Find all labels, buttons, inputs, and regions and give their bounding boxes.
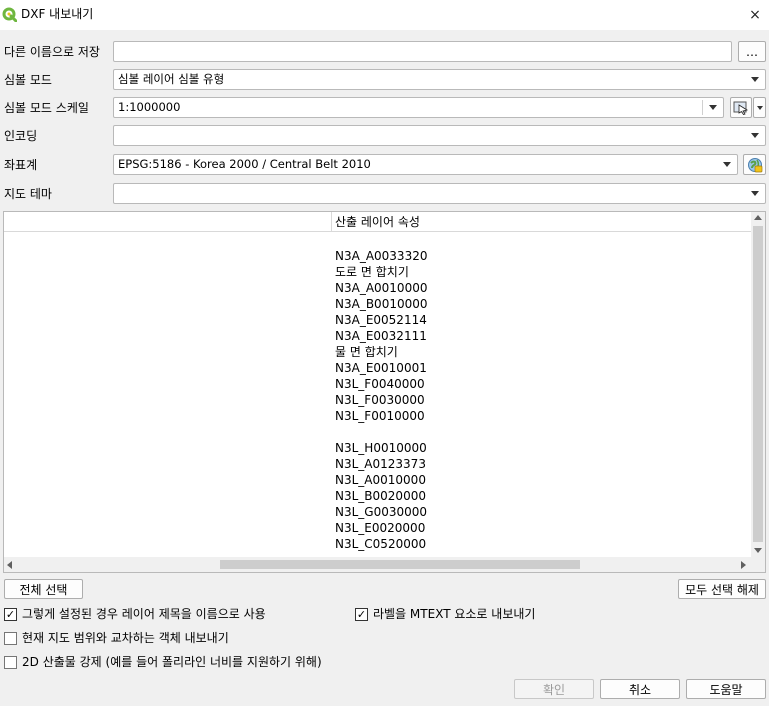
intersecting-only-checkbox[interactable]: [4, 632, 17, 645]
help-label: 도움말: [709, 682, 743, 697]
ok-label: 확인: [542, 682, 566, 697]
list-item[interactable]: N3L_F0030000: [335, 392, 425, 408]
save-as-label: 다른 이름으로 저장: [4, 45, 100, 59]
save-as-input[interactable]: [113, 41, 732, 62]
title-bar: [0, 0, 769, 30]
chevron-down-icon: [709, 105, 717, 110]
list-item[interactable]: 도로 면 합치기: [335, 264, 409, 280]
list-item[interactable]: N3L_F0040000: [335, 376, 425, 392]
list-item[interactable]: N3A_E0010001: [335, 360, 427, 376]
browse-button-label: …: [746, 44, 758, 59]
chevron-down-icon: [723, 162, 731, 167]
browse-button[interactable]: …: [738, 41, 766, 62]
divider: [702, 100, 703, 115]
select-all-label: 전체 선택: [19, 582, 68, 597]
column-separator: [331, 212, 332, 232]
close-icon[interactable]: ×: [744, 4, 766, 26]
deselect-all-label: 모두 선택 해제: [685, 582, 759, 597]
crs-select[interactable]: EPSG:5186 - Korea 2000 / Central Belt 20…: [113, 154, 738, 175]
list-item[interactable]: N3L_F0010000: [335, 408, 425, 424]
scale-menu-button[interactable]: [753, 97, 766, 118]
scroll-up-icon[interactable]: [754, 215, 762, 220]
symbology-scale-select[interactable]: 1:1000000: [113, 97, 724, 118]
symbology-mode-label: 심볼 모드: [4, 73, 52, 87]
chevron-down-icon: [751, 133, 759, 138]
export-labels-mtext-checkbox[interactable]: ✓: [355, 608, 368, 621]
scroll-right-icon[interactable]: [741, 561, 746, 569]
symbology-mode-select[interactable]: 심볼 레이어 심볼 유형: [113, 69, 766, 90]
list-item[interactable]: N3L_G0030000: [335, 504, 427, 520]
list-item[interactable]: N3A_A0010000: [335, 280, 427, 296]
checkmark-icon: ✓: [356, 608, 367, 621]
force-2d-label[interactable]: 2D 산출물 강제 (예를 들어 폴리라인 너비를 지원하기 위해): [22, 654, 322, 670]
list-item[interactable]: N3L_E0020000: [335, 520, 425, 536]
scroll-left-icon[interactable]: [7, 561, 12, 569]
list-item[interactable]: N3A_E0032111: [335, 328, 427, 344]
chevron-down-icon: [751, 77, 759, 82]
globe-icon: [747, 157, 762, 172]
symbology-scale-value: 1:1000000: [118, 100, 181, 114]
ok-button[interactable]: 확인: [514, 679, 594, 699]
scale-from-canvas-button[interactable]: [730, 97, 752, 118]
chevron-down-icon: [756, 105, 763, 110]
output-layer-attribute-header[interactable]: 산출 레이어 속성: [335, 214, 420, 230]
deselect-all-button[interactable]: 모두 선택 해제: [678, 579, 766, 599]
encoding-label: 인코딩: [4, 129, 38, 143]
map-theme-select[interactable]: [113, 183, 766, 204]
encoding-select[interactable]: [113, 125, 766, 146]
crs-value: EPSG:5186 - Korea 2000 / Central Belt 20…: [118, 157, 371, 171]
chevron-down-icon: [751, 191, 759, 196]
help-button[interactable]: 도움말: [686, 679, 766, 699]
symbology-scale-label: 심볼 모드 스케일: [4, 101, 89, 115]
list-item[interactable]: N3L_B0020000: [335, 488, 426, 504]
cancel-button[interactable]: 취소: [600, 679, 680, 699]
crs-label: 좌표계: [4, 158, 38, 172]
force-2d-checkbox[interactable]: [4, 656, 17, 669]
list-item[interactable]: 물 면 합치기: [335, 344, 398, 360]
intersecting-only-label[interactable]: 현재 지도 범위와 교차하는 객체 내보내기: [22, 630, 229, 646]
map-theme-label: 지도 테마: [4, 187, 52, 201]
horizontal-scrollbar-thumb[interactable]: [220, 560, 580, 569]
crs-selector-button[interactable]: [743, 154, 766, 175]
list-item[interactable]: N3A_A0033320: [335, 248, 427, 264]
cancel-label: 취소: [628, 682, 652, 697]
list-item[interactable]: N3L_H0010000: [335, 440, 427, 456]
scroll-down-icon[interactable]: [754, 548, 762, 553]
list-item[interactable]: N3A_E0052114: [335, 312, 427, 328]
use-layer-title-label[interactable]: 그렇게 설정된 경우 레이어 제목을 이름으로 사용: [22, 606, 266, 622]
list-item[interactable]: N3L_A0010000: [335, 472, 426, 488]
vertical-scrollbar-thumb[interactable]: [753, 226, 763, 542]
symbology-mode-value: 심볼 레이어 심볼 유형: [118, 72, 225, 86]
use-layer-title-checkbox[interactable]: ✓: [4, 608, 17, 621]
window-title: DXF 내보내기: [21, 7, 94, 21]
list-item[interactable]: N3A_B0010000: [335, 296, 428, 312]
list-item[interactable]: N3L_C0520000: [335, 536, 426, 552]
map-canvas-icon: [733, 101, 749, 115]
list-item[interactable]: N3L_A0123373: [335, 456, 426, 472]
select-all-button[interactable]: 전체 선택: [4, 579, 83, 599]
qgis-logo-icon: [2, 7, 18, 23]
export-labels-mtext-label[interactable]: 라벨을 MTEXT 요소로 내보내기: [373, 606, 535, 622]
checkmark-icon: ✓: [5, 608, 16, 621]
